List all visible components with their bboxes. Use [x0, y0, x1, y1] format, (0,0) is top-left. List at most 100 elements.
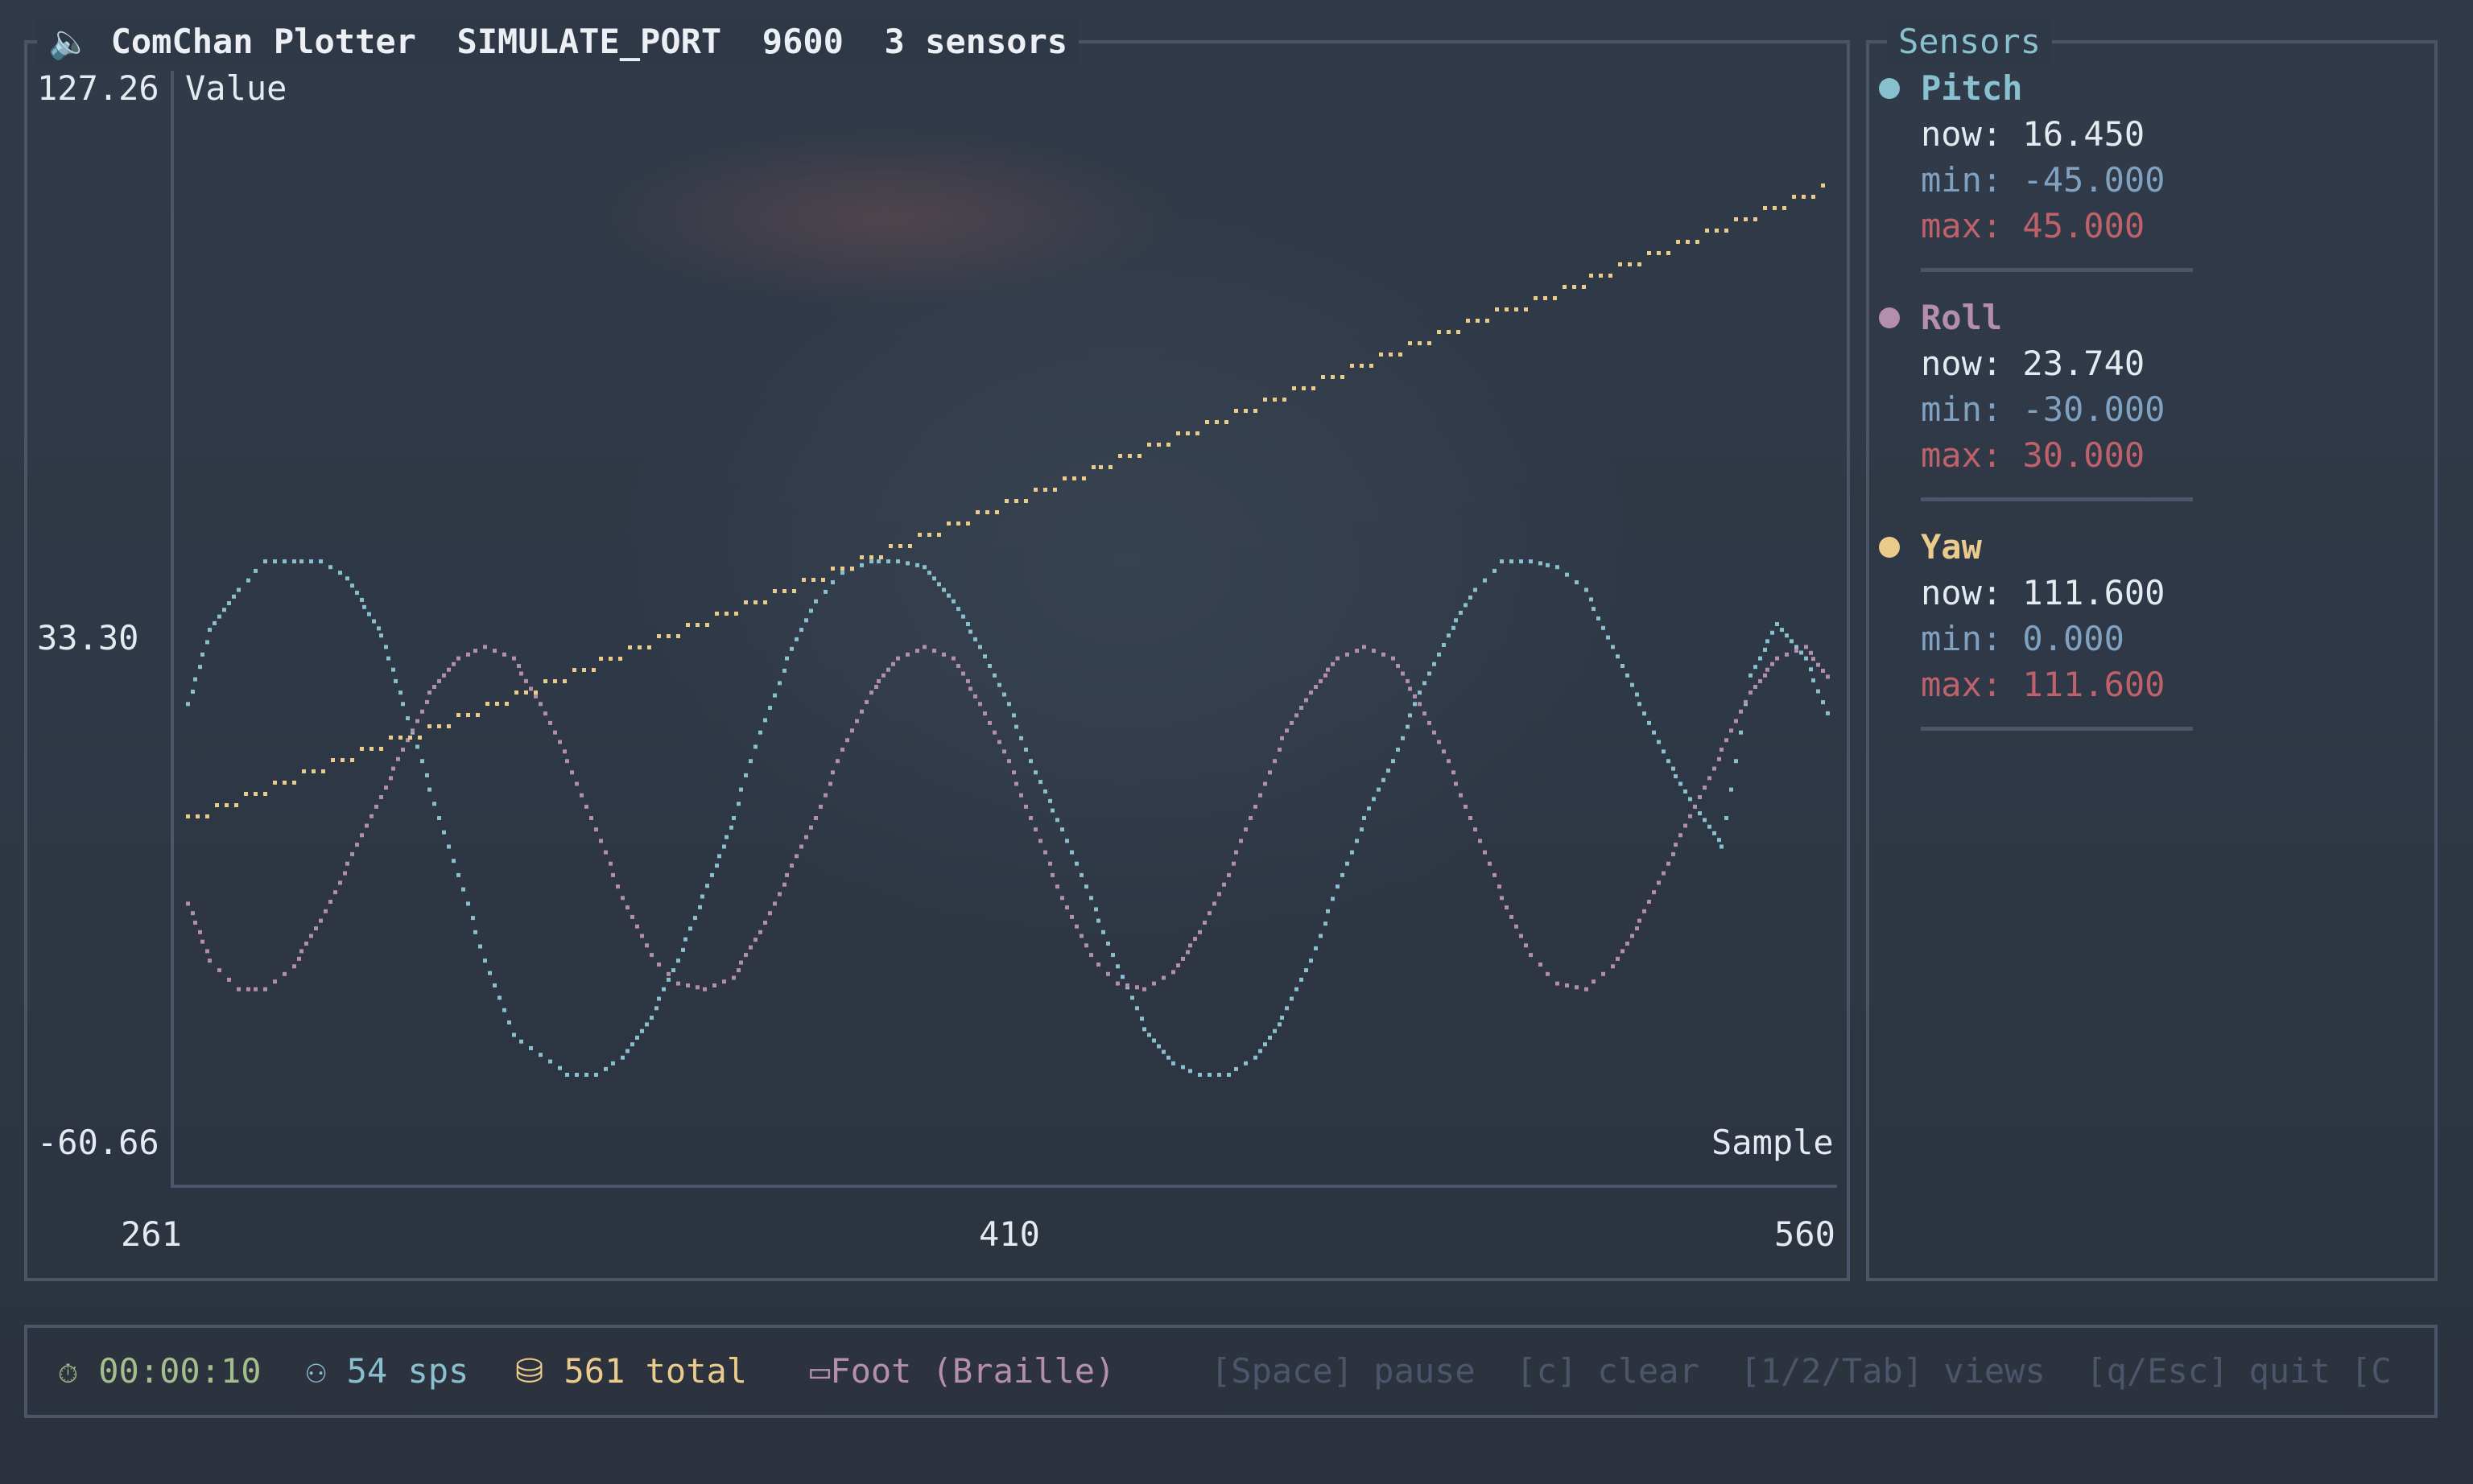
data-point: [700, 894, 704, 899]
data-point: [710, 872, 714, 877]
data-point: [1744, 699, 1748, 704]
data-point: [865, 699, 869, 704]
data-point: [1389, 352, 1393, 357]
data-point: [418, 736, 422, 740]
data-point: [580, 793, 584, 798]
data-point: [384, 645, 388, 649]
data-point: [824, 589, 828, 594]
app-window: 🔈 ComChan Plotter SIMULATE_PORT 9600 3 s…: [0, 0, 2473, 1484]
data-point: [1592, 607, 1596, 612]
sensor-now-yaw: now: 111.600: [1921, 573, 2165, 612]
data-point: [575, 1073, 579, 1077]
data-point: [427, 690, 431, 695]
data-point: [1483, 850, 1487, 855]
data-point: [1524, 943, 1528, 948]
data-point: [1130, 996, 1134, 1000]
data-point: [548, 1059, 552, 1064]
data-point: [1524, 307, 1528, 311]
data-point: [1748, 690, 1753, 695]
data-point: [802, 578, 806, 582]
data-point: [778, 681, 782, 686]
data-point: [1377, 787, 1381, 792]
data-point: [1043, 850, 1047, 855]
data-point: [1616, 956, 1620, 961]
data-point: [753, 938, 758, 942]
people-icon: ⚇: [306, 1351, 327, 1391]
data-point: [855, 719, 859, 723]
data-point: [1360, 364, 1364, 368]
data-point: [292, 964, 296, 969]
data-point: [630, 1042, 634, 1047]
data-point: [1372, 649, 1376, 653]
data-point: [1345, 861, 1349, 866]
data-point: [1758, 656, 1762, 661]
data-point: [973, 694, 977, 699]
data-point: [1652, 890, 1656, 895]
data-point: [1495, 307, 1499, 311]
total-samples: ⛁ 561 total: [515, 1349, 747, 1394]
data-point: [676, 958, 680, 963]
data-point: [1628, 262, 1632, 266]
data-point: [1336, 656, 1340, 661]
data-point: [1222, 882, 1226, 887]
data-point: [360, 833, 364, 838]
data-point: [611, 872, 615, 877]
data-point: [1729, 787, 1733, 792]
data-point: [1782, 206, 1786, 210]
data-point: [744, 773, 748, 777]
data-point: [1326, 667, 1330, 672]
data-point: [1299, 706, 1303, 710]
data-point: [1137, 454, 1142, 458]
data-point: [389, 776, 393, 781]
data-point: [1321, 375, 1325, 379]
data-point: [1698, 811, 1702, 816]
data-point: [1118, 454, 1122, 458]
data-point: [1082, 476, 1086, 480]
data-point: [425, 773, 429, 777]
data-point: [1447, 330, 1451, 334]
data-point: [452, 859, 456, 864]
data-point: [1273, 1028, 1277, 1033]
data-point: [1336, 884, 1340, 889]
data-point: [657, 634, 661, 638]
data-point: [338, 571, 342, 575]
data-point: [1135, 1006, 1139, 1011]
data-point: [572, 668, 576, 672]
data-point: [1437, 652, 1441, 657]
data-point: [331, 758, 335, 762]
total-value: 561 total: [564, 1351, 748, 1391]
data-point: [1263, 398, 1267, 402]
data-point: [737, 968, 741, 973]
data-point: [1096, 963, 1100, 967]
data-point: [961, 671, 965, 676]
data-point: [1314, 946, 1318, 950]
data-point: [1666, 861, 1670, 866]
view-mode[interactable]: ▭Foot (Braille): [810, 1349, 1115, 1394]
data-point: [1809, 650, 1813, 655]
data-point: [725, 835, 729, 839]
data-point: [650, 953, 654, 958]
data-point: [1647, 251, 1651, 255]
data-point: [1198, 1073, 1202, 1077]
data-point: [1620, 949, 1625, 954]
data-point: [790, 864, 794, 868]
data-point: [1683, 789, 1687, 794]
data-point: [611, 1061, 615, 1066]
data-point: [1302, 386, 1306, 390]
data-point: [1051, 872, 1055, 877]
data-point: [1024, 804, 1028, 809]
data-point: [599, 657, 603, 661]
data-point: [889, 544, 893, 548]
data-point: [1224, 420, 1228, 424]
data-point: [1072, 476, 1076, 480]
data-point: [1157, 443, 1161, 447]
data-point: [1043, 488, 1047, 492]
data-point: [198, 665, 202, 670]
data-point: [918, 533, 922, 537]
data-point: [932, 649, 936, 653]
data-point: [427, 724, 431, 728]
data-point: [1555, 565, 1559, 570]
data-point: [1135, 985, 1139, 990]
data-point: [1268, 770, 1272, 775]
data-point: [1596, 616, 1600, 620]
